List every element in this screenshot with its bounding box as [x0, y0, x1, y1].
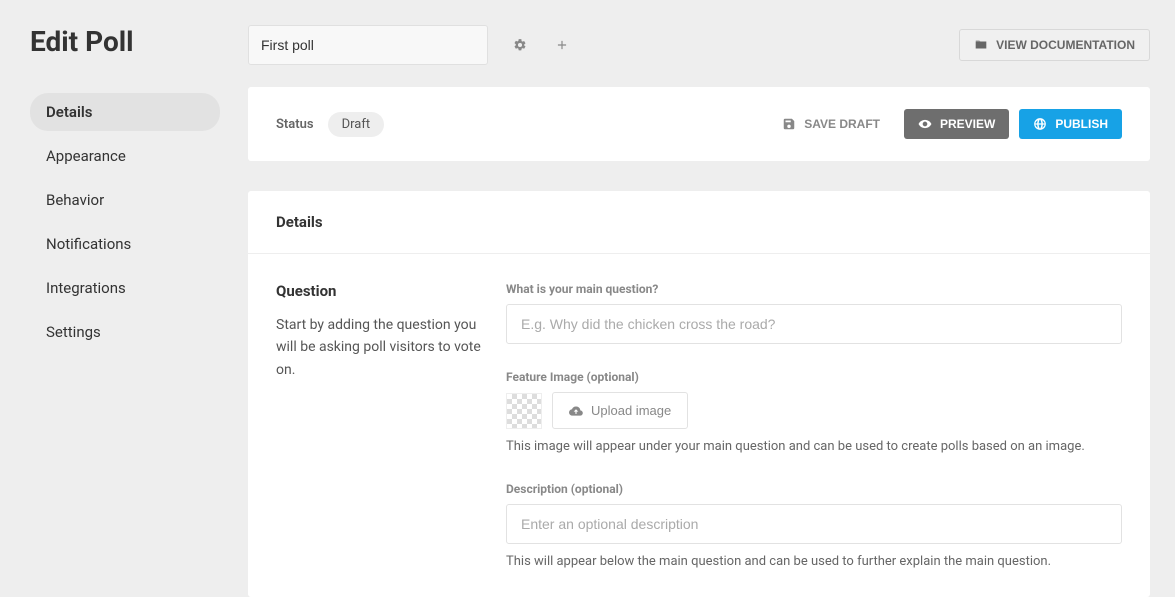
sidebar-item-appearance[interactable]: Appearance: [30, 137, 220, 175]
cloud-upload-icon: [569, 404, 583, 418]
description-input[interactable]: [506, 504, 1122, 544]
nav-list: Details Appearance Behavior Notification…: [30, 93, 248, 351]
description-label: Description (optional): [506, 482, 1122, 496]
poll-name-input[interactable]: [248, 25, 488, 65]
document-icon: [974, 38, 988, 52]
gear-icon[interactable]: [510, 35, 530, 55]
plus-icon[interactable]: [552, 35, 572, 55]
question-title: Question: [276, 282, 486, 300]
publish-label: PUBLISH: [1055, 117, 1108, 131]
page-title: Edit Poll: [30, 25, 248, 58]
view-documentation-label: VIEW DOCUMENTATION: [996, 38, 1135, 52]
main-question-label: What is your main question?: [506, 282, 1122, 296]
view-documentation-button[interactable]: VIEW DOCUMENTATION: [959, 29, 1150, 61]
sidebar-item-integrations[interactable]: Integrations: [30, 269, 220, 307]
question-desc: Start by adding the question you will be…: [276, 314, 486, 381]
status-badge: Draft: [328, 112, 385, 137]
main-question-input[interactable]: [506, 304, 1122, 344]
topbar: VIEW DOCUMENTATION: [248, 25, 1150, 65]
sidebar: Edit Poll Details Appearance Behavior No…: [0, 0, 248, 587]
status-card: Status Draft SAVE DRAFT PREVIEW PUBLISH: [248, 87, 1150, 161]
feature-image-hint: This image will appear under your main q…: [506, 439, 1122, 454]
save-draft-label: SAVE DRAFT: [804, 117, 880, 131]
sidebar-item-behavior[interactable]: Behavior: [30, 181, 220, 219]
upload-image-button[interactable]: Upload image: [552, 392, 688, 429]
sidebar-item-settings[interactable]: Settings: [30, 313, 220, 351]
question-fields: What is your main question? Feature Imag…: [506, 282, 1122, 569]
question-intro: Question Start by adding the question yo…: [276, 282, 486, 569]
details-card: Details Question Start by adding the que…: [248, 191, 1150, 597]
status-label: Status: [276, 117, 314, 132]
eye-icon: [918, 117, 932, 131]
feature-image-label: Feature Image (optional): [506, 370, 1122, 384]
upload-image-label: Upload image: [591, 403, 671, 418]
preview-button[interactable]: PREVIEW: [904, 109, 1009, 139]
preview-label: PREVIEW: [940, 117, 995, 131]
sidebar-item-notifications[interactable]: Notifications: [30, 225, 220, 263]
main-content: VIEW DOCUMENTATION Status Draft SAVE DRA…: [248, 0, 1175, 587]
globe-icon: [1033, 117, 1047, 131]
details-header: Details: [248, 191, 1150, 254]
save-draft-button[interactable]: SAVE DRAFT: [768, 109, 894, 139]
save-icon: [782, 117, 796, 131]
description-hint: This will appear below the main question…: [506, 554, 1122, 569]
publish-button[interactable]: PUBLISH: [1019, 109, 1122, 139]
image-thumbnail-placeholder: [506, 393, 542, 429]
sidebar-item-details[interactable]: Details: [30, 93, 220, 131]
